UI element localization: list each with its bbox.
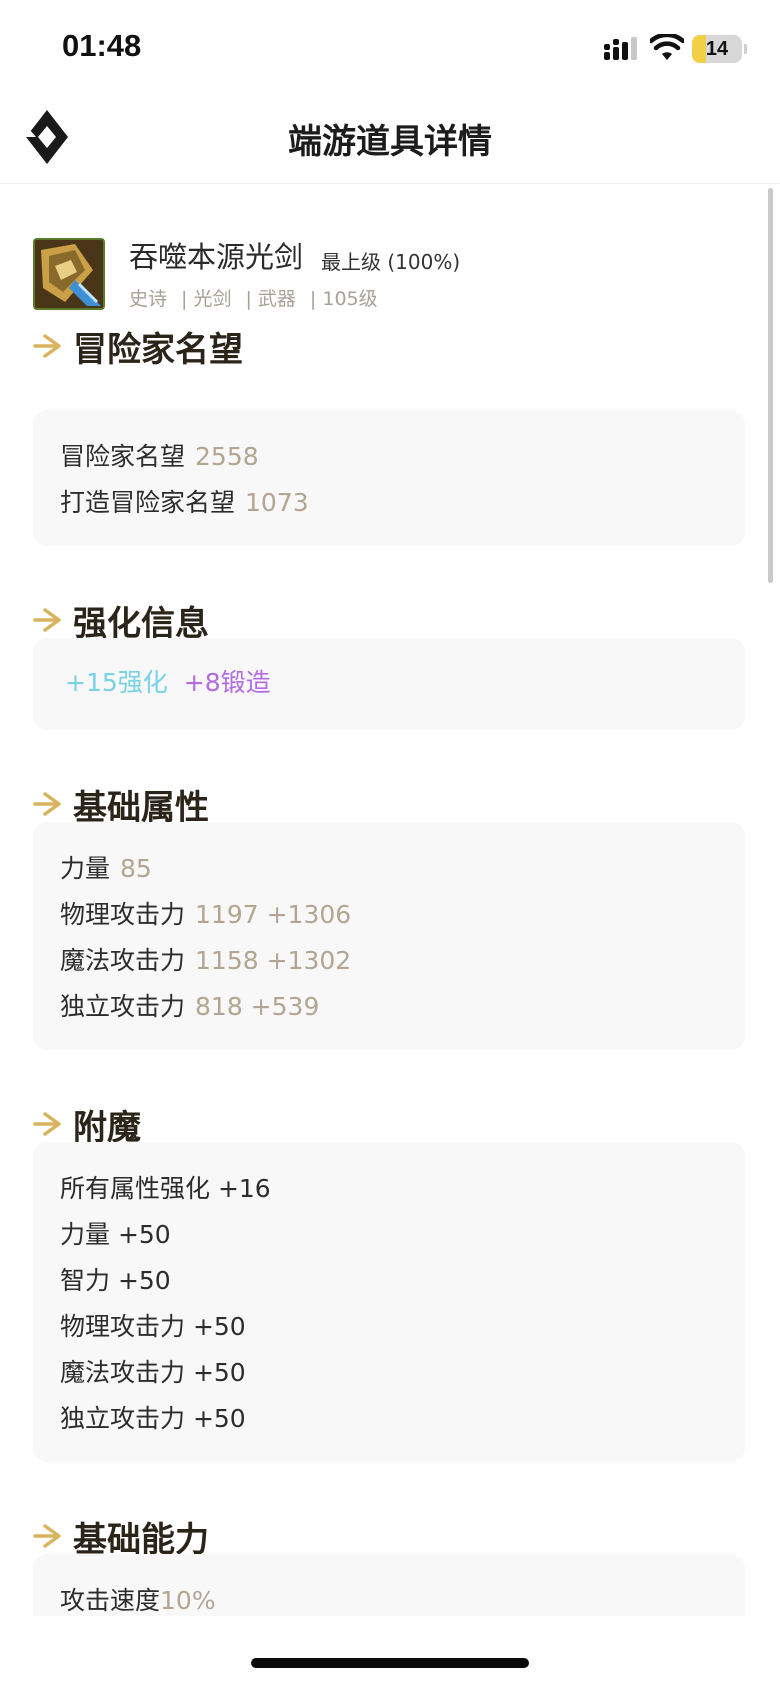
item-grade: 最上级 (100%) <box>321 250 461 274</box>
cellular-signal-icon <box>604 37 637 60</box>
stat-value: 10% <box>160 1586 216 1615</box>
basic-attributes-card: 力量 85 物理攻击力 1197 +1306 魔法攻击力 1158 +1302 独立攻… <box>33 822 745 1050</box>
arrow-icon <box>33 792 61 816</box>
enchant-row: 所有属性强化 +16 <box>60 1174 271 1203</box>
forge-level: +8锻造 <box>183 668 271 697</box>
status-bar: 01:48 14 <box>0 0 780 100</box>
section-enhance-header: 强化信息 <box>33 596 209 644</box>
ability-card: 攻击速度10% <box>33 1554 745 1616</box>
arrow-icon <box>33 608 61 632</box>
item-icon <box>33 238 105 310</box>
item-name: 吞噬本源光剑 <box>129 240 304 274</box>
stat-label: 打造冒险家名望 <box>60 488 236 517</box>
ability-row: 攻击速度10% <box>60 1578 718 1616</box>
item-tags: 史诗 | 光剑 | 武器 | 105级 <box>129 284 378 311</box>
home-indicator[interactable] <box>251 1658 529 1668</box>
enhance-row: +15强化 +8锻造 <box>65 660 713 706</box>
stat-value: 1158 +1302 <box>195 946 352 975</box>
enchant-row: 物理攻击力 +50 <box>60 1312 246 1341</box>
enhance-card: +15强化 +8锻造 <box>33 638 745 730</box>
enchant-row: 智力 +50 <box>60 1266 171 1295</box>
section-basic-header: 基础属性 <box>33 780 209 828</box>
item-detail-content[interactable]: 吞噬本源光剑 最上级 (100%) 史诗 | 光剑 | 武器 | 105级 冒险… <box>0 184 780 1616</box>
arrow-icon <box>33 1524 61 1548</box>
stat-value: 1073 <box>245 488 309 517</box>
stat-label: 魔法攻击力 <box>60 946 186 975</box>
attribute-row: 魔法攻击力 1158 +1302 <box>60 938 718 984</box>
tag-level: | 105级 <box>309 288 378 310</box>
lightsaber-icon <box>35 240 103 308</box>
section-title: 冒险家名望 <box>73 329 243 370</box>
battery-level: 14 <box>705 38 729 60</box>
section-enchant-header: 附魔 <box>33 1100 141 1148</box>
attribute-row: 力量 85 <box>60 846 718 892</box>
attribute-row: 物理攻击力 1197 +1306 <box>60 892 718 938</box>
stat-value: 1197 +1306 <box>195 900 352 929</box>
section-reputation-header: 冒险家名望 <box>33 322 243 370</box>
enchant-card: 所有属性强化 +16 力量 +50 智力 +50 物理攻击力 +50 魔法攻击力… <box>33 1142 745 1462</box>
stat-value: 85 <box>120 854 152 883</box>
stat-label: 独立攻击力 <box>60 992 186 1021</box>
status-time: 01:48 <box>62 28 142 63</box>
battery-icon: 14 <box>692 35 742 63</box>
tag-rarity: 史诗 <box>129 288 168 310</box>
nav-bar: 端游道具详情 <box>0 100 780 184</box>
stat-label: 攻击速度 <box>60 1586 161 1615</box>
enhance-level: +15强化 <box>65 668 168 697</box>
stat-value: 2558 <box>195 442 259 471</box>
stat-value: 818 +539 <box>195 992 320 1021</box>
stat-label: 力量 <box>60 854 111 883</box>
enchant-row: 力量 +50 <box>60 1220 171 1249</box>
tag-type: | 光剑 <box>181 288 232 310</box>
stat-label: 物理攻击力 <box>60 900 186 929</box>
enchant-row: 魔法攻击力 +50 <box>60 1358 246 1387</box>
arrow-icon <box>33 1112 61 1136</box>
enchant-row: 独立攻击力 +50 <box>60 1404 246 1433</box>
reputation-row: 冒险家名望 2558 <box>60 434 718 480</box>
attribute-row: 独立攻击力 818 +539 <box>60 984 718 1030</box>
reputation-card: 冒险家名望 2558 打造冒险家名望 1073 <box>33 410 745 546</box>
wifi-icon <box>650 34 684 60</box>
arrow-icon <box>33 334 61 358</box>
reputation-row: 打造冒险家名望 1073 <box>60 480 718 526</box>
tag-category: | 武器 <box>245 288 296 310</box>
section-ability-header: 基础能力 <box>33 1512 209 1560</box>
item-header: 吞噬本源光剑 最上级 (100%) 史诗 | 光剑 | 武器 | 105级 <box>33 236 733 316</box>
stat-label: 冒险家名望 <box>60 442 186 471</box>
page-title: 端游道具详情 <box>288 122 492 162</box>
